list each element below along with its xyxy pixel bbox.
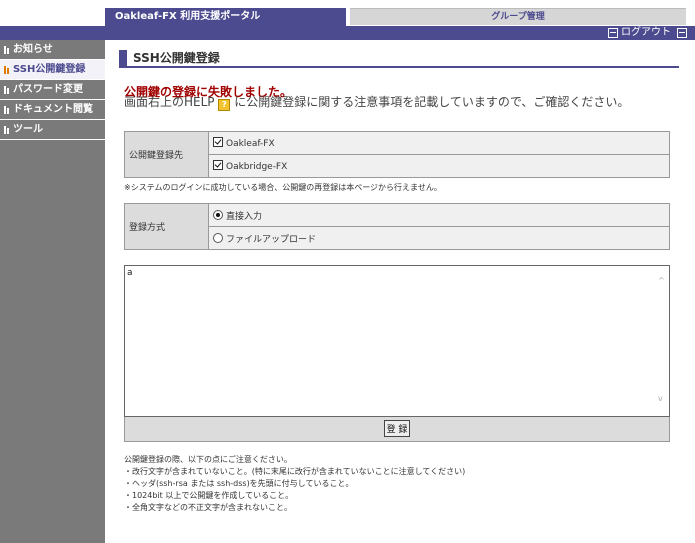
key-textarea-container: a ^ v: [124, 265, 670, 417]
group-management-tab[interactable]: グループ管理: [350, 8, 686, 25]
target-option-label: Oakleaf-FX: [226, 139, 275, 149]
method-table: 登録方式 直接入力 ファイルアップロード: [124, 203, 670, 250]
target-label: 公開鍵登録先: [124, 131, 209, 178]
sidebar: お知らせ SSH公開鍵登録 パスワード変更 ドキュメント閲覧 ツール: [0, 40, 105, 543]
bullet-icon: [4, 45, 11, 54]
register-button[interactable]: 登 録: [384, 420, 410, 437]
method-option-label: 直接入力: [226, 211, 263, 222]
sidebar-item-documents[interactable]: ドキュメント閲覧: [0, 100, 105, 120]
guidance-line: ・改行文字が含まれていないこと。(特に末尾に改行が含まれていないことに注意してく…: [124, 467, 466, 476]
sidebar-item-news[interactable]: お知らせ: [0, 40, 105, 60]
checkbox-oakbridge[interactable]: [213, 160, 223, 170]
guidance-notes: 公開鍵登録の際、以下の点にご注意ください。 ・改行文字が含まれていないこと。(特…: [124, 454, 465, 514]
guidance-line: ・全角文字などの不正文字が含まれないこと。: [124, 503, 292, 512]
bullet-icon: [4, 85, 11, 94]
method-option-direct[interactable]: 直接入力: [208, 203, 670, 227]
radio-file-upload[interactable]: [213, 232, 223, 243]
help-icon: ?: [218, 99, 231, 111]
top-header: Oakleaf-FX 利用支援ポータル グループ管理 ログアウト: [0, 0, 695, 40]
portal-title: Oakleaf-FX 利用支援ポータル: [105, 8, 346, 26]
sidebar-item-label: お知らせ: [13, 44, 53, 55]
target-option-oakbridge[interactable]: Oakbridge-FX: [208, 154, 670, 178]
main-content: SSH公開鍵登録 公開鍵の登録に失敗しました。 画面右上のHELP ? に公開鍵…: [105, 40, 695, 543]
sidebar-item-password[interactable]: パスワード変更: [0, 80, 105, 100]
guidance-line: ・ヘッダ(ssh-rsa または ssh-dss)を先頭に付与していること。: [124, 479, 354, 488]
window-icon: [677, 28, 687, 38]
checkbox-oakleaf[interactable]: [213, 137, 223, 147]
sidebar-item-label: ドキュメント閲覧: [13, 104, 93, 115]
chevron-up-icon[interactable]: ^: [658, 277, 666, 285]
error-message: 画面右上のHELP ? に公開鍵登録に関する注意事項を記載していますので、ご確認…: [124, 96, 672, 111]
target-note: ※システムのログインに成功している場合、公開鍵の再登録は本ページから行えません。: [124, 183, 442, 192]
bullet-icon: [4, 105, 11, 114]
logout-label: ログアウト: [621, 27, 671, 38]
guidance-line: ・1024bit 以上で公開鍵を作成していること。: [124, 491, 294, 500]
method-option-label: ファイルアップロード: [226, 234, 317, 245]
guidance-line: 公開鍵登録の際、以下の点にご注意ください。: [124, 455, 292, 464]
target-option-label: Oakbridge-FX: [226, 162, 288, 172]
bullet-icon: [4, 65, 11, 74]
logout-icon: [608, 28, 618, 38]
sidebar-item-label: パスワード変更: [13, 84, 83, 95]
error-message-part2: に公開鍵登録に関する注意事項を記載していますので、ご確認ください。: [234, 95, 630, 109]
page-title: SSH公開鍵登録: [119, 50, 679, 68]
target-table: 公開鍵登録先 Oakleaf-FX Oakbridge-FX: [124, 131, 670, 178]
submit-row: 登 録: [124, 417, 670, 442]
sidebar-item-label: SSH公開鍵登録: [13, 64, 86, 75]
sidebar-item-label: ツール: [13, 124, 43, 135]
public-key-textarea[interactable]: a: [125, 266, 655, 414]
bullet-icon: [4, 125, 11, 134]
target-option-oakleaf[interactable]: Oakleaf-FX: [208, 131, 670, 155]
sidebar-item-tools[interactable]: ツール: [0, 120, 105, 140]
error-message-part1: 画面右上のHELP: [124, 95, 215, 109]
sidebar-item-ssh-key[interactable]: SSH公開鍵登録: [0, 60, 105, 80]
radio-direct-input[interactable]: [213, 209, 223, 220]
chevron-down-icon[interactable]: v: [658, 395, 666, 403]
method-option-upload[interactable]: ファイルアップロード: [208, 226, 670, 250]
logout-link[interactable]: ログアウト: [608, 26, 687, 40]
method-label: 登録方式: [124, 203, 209, 250]
header-subbar: ログアウト: [0, 26, 695, 40]
